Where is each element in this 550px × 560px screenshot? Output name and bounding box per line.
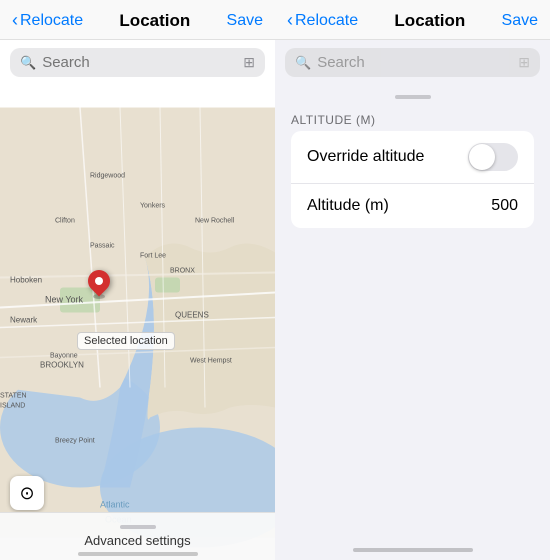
altitude-value: 500	[491, 197, 518, 215]
selected-location-label: Selected location	[77, 332, 175, 350]
left-search-icon: 🔍	[20, 55, 36, 71]
svg-text:West Hempst: West Hempst	[190, 358, 232, 365]
right-back-label: Relocate	[295, 12, 358, 30]
panel-drag-handle-icon	[395, 95, 431, 99]
svg-text:Bayonne: Bayonne	[50, 353, 78, 360]
pin-dot	[93, 275, 104, 286]
right-search-input	[317, 54, 518, 71]
right-nav-bar: ‹ Relocate Location Save	[275, 0, 550, 40]
altitude-label: Altitude (m)	[307, 197, 389, 215]
map-area[interactable]: New York Newark Hoboken QUEENS BROOKLYN …	[0, 85, 275, 560]
override-altitude-label: Override altitude	[307, 148, 424, 166]
right-back-button[interactable]: ‹ Relocate	[287, 10, 358, 31]
left-back-button[interactable]: ‹ Relocate	[12, 10, 83, 31]
svg-text:Passaic: Passaic	[90, 243, 115, 250]
svg-text:Ridgewood: Ridgewood	[90, 173, 125, 180]
left-search-input[interactable]	[42, 54, 243, 71]
svg-text:Yonkers: Yonkers	[140, 203, 166, 210]
altitude-settings-group: Override altitude Altitude (m) 500	[291, 131, 534, 228]
left-back-chevron-icon: ‹	[12, 10, 18, 31]
override-altitude-row: Override altitude	[291, 131, 534, 184]
bottom-controls: ⊙	[10, 476, 44, 510]
svg-text:Newark: Newark	[10, 316, 38, 325]
svg-text:QUEENS: QUEENS	[175, 311, 209, 320]
svg-text:New Rochell: New Rochell	[195, 218, 235, 225]
left-nav-title: Location	[119, 11, 190, 31]
left-search-bar[interactable]: 🔍 ⊞	[10, 48, 265, 77]
right-save-button[interactable]: Save	[502, 12, 538, 30]
svg-text:Clifton: Clifton	[55, 218, 75, 225]
right-map-icon: ⊞	[518, 54, 530, 71]
svg-text:STATEN: STATEN	[0, 393, 27, 400]
pin-head	[83, 265, 114, 296]
drag-handle-icon	[120, 525, 156, 529]
left-back-label: Relocate	[20, 12, 83, 30]
left-save-button[interactable]: Save	[227, 12, 263, 30]
home-indicator-left	[78, 552, 198, 556]
advanced-settings-label: Advanced settings	[84, 533, 190, 548]
panel-drag-area[interactable]	[275, 85, 550, 105]
svg-text:Hoboken: Hoboken	[10, 276, 42, 285]
right-search-icon: 🔍	[295, 55, 311, 71]
svg-text:ISLAND: ISLAND	[0, 403, 25, 410]
svg-text:New York: New York	[45, 295, 84, 305]
toggle-knob	[469, 144, 495, 170]
right-search-bar: 🔍 ⊞	[285, 48, 540, 77]
home-indicator-right	[353, 548, 473, 552]
svg-text:Fort Lee: Fort Lee	[140, 253, 166, 260]
right-nav-title: Location	[394, 11, 465, 31]
location-button[interactable]: ⊙	[10, 476, 44, 510]
svg-text:Breezy Point: Breezy Point	[55, 438, 95, 445]
right-back-chevron-icon: ‹	[287, 10, 293, 31]
svg-text:BRONX: BRONX	[170, 268, 195, 275]
svg-text:Atlantic: Atlantic	[100, 500, 130, 510]
right-panel: ‹ Relocate Location Save 🔍 ⊞ ALTITUDE (M…	[275, 0, 550, 560]
left-panel: ‹ Relocate Location Save 🔍 ⊞	[0, 0, 275, 560]
map-pin	[88, 270, 110, 299]
left-nav-bar: ‹ Relocate Location Save	[0, 0, 275, 40]
override-altitude-toggle[interactable]	[468, 143, 518, 171]
location-icon: ⊙	[19, 483, 34, 504]
svg-text:BROOKLYN: BROOKLYN	[40, 361, 84, 370]
altitude-section-label: ALTITUDE (M)	[275, 105, 550, 131]
left-map-icon: ⊞	[243, 54, 255, 71]
altitude-value-row: Altitude (m) 500	[291, 184, 534, 228]
right-spacer	[275, 228, 550, 540]
